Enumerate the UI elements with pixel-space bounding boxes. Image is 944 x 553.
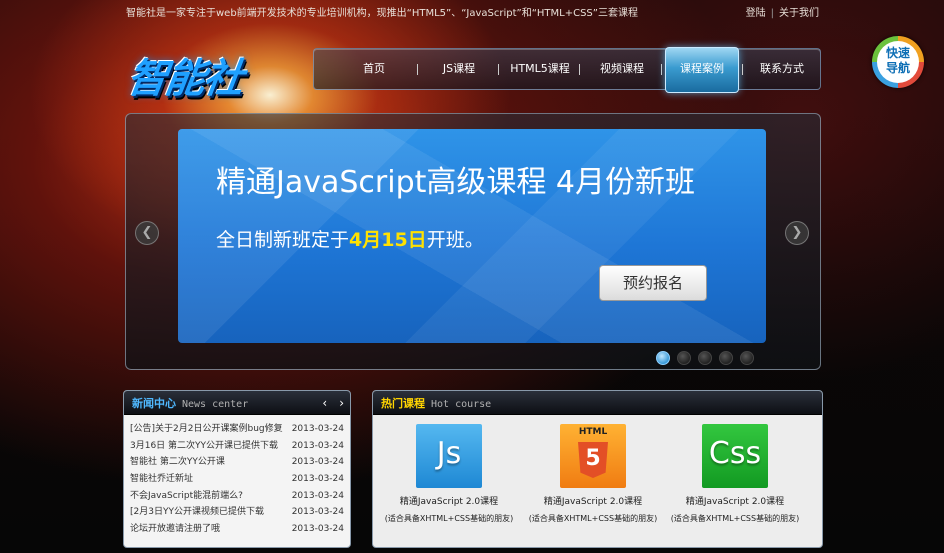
news-item[interactable]: 不会JavaScript能混前端么? 2013-03-24	[130, 488, 344, 505]
nav-item-html5[interactable]: HTML5课程	[501, 49, 579, 89]
news-item[interactable]: 3月16日 第二次YY公开课已提供下载 2013-03-24	[130, 438, 344, 455]
css-icon-label: Css	[708, 436, 762, 471]
news-panel-header: 新闻中心 News center ‹ ›	[124, 391, 350, 415]
banner-prev-arrow-icon[interactable]: ❮	[135, 221, 159, 245]
nav-separator	[417, 64, 418, 75]
news-item[interactable]: 智能社乔迁新址 2013-03-24	[130, 471, 344, 488]
logo-text: 智能社	[124, 56, 245, 102]
site-intro-text: 智能社是一家专注于web前端开发技术的专业培训机构，现推出“HTML5”、“Ja…	[126, 8, 638, 19]
nav-separator	[498, 64, 499, 75]
hot-course-title: 热门课程	[381, 397, 425, 410]
hot-course-header: 热门课程 Hot course	[373, 391, 822, 415]
course-card: Js 精通JavaScript 2.0课程 (适合具备XHTML+CSS基础的朋…	[379, 424, 519, 524]
news-item[interactable]: 智能社 第二次YY公开课 2013-03-24	[130, 454, 344, 471]
banner-title: 精通JavaScript高级课程 4月份新班	[216, 165, 696, 200]
banner-dot[interactable]	[740, 351, 754, 365]
quick-nav-button[interactable]: 快速 导航	[872, 36, 924, 88]
banner-subtitle-prefix: 全日制新班定于	[216, 229, 350, 251]
news-item-title: 不会JavaScript能混前端么?	[130, 490, 243, 501]
course-note: (适合具备XHTML+CSS基础的朋友)	[528, 514, 658, 523]
login-link[interactable]: 登陆	[746, 8, 766, 19]
course-note: (适合具备XHTML+CSS基础的朋友)	[670, 514, 800, 523]
about-us-link[interactable]: 关于我们	[779, 8, 819, 19]
site-logo[interactable]: 智能社	[124, 40, 269, 102]
nav-separator	[661, 64, 662, 75]
news-item-title: [2月3日YY公开课视频已提供下载	[130, 507, 264, 518]
nav-item-contact[interactable]: 联系方式	[746, 49, 818, 89]
news-next-icon[interactable]: ›	[339, 396, 344, 410]
nav-item-cases[interactable]: 课程案例	[665, 47, 739, 93]
news-item-date: 2013-03-24	[291, 424, 344, 434]
news-title-en: News center	[182, 399, 249, 410]
news-item-title: 论坛开放邀请注册了哦	[130, 524, 221, 535]
news-pager: ‹ ›	[310, 391, 344, 415]
banner-dot[interactable]	[698, 351, 712, 365]
js-icon-label: Js	[436, 436, 462, 471]
news-item-title: [公告]关于2月2日公开课案例bug修复	[130, 424, 283, 434]
banner-dot[interactable]	[719, 351, 733, 365]
course-card: Css 精通JavaScript 2.0课程 (适合具备XHTML+CSS基础的…	[665, 424, 805, 524]
news-prev-icon[interactable]: ‹	[322, 396, 327, 410]
main-nav: 首页 JS课程 HTML5课程 视频课程 课程案例 联系方式	[313, 47, 821, 93]
news-item-title: 智能社乔迁新址	[130, 474, 194, 485]
top-link-separator: |	[770, 8, 774, 19]
hot-course-panel: 热门课程 Hot course Js 精通JavaScript 2.0课程 (适合…	[372, 390, 823, 548]
top-bar: 智能社是一家专注于web前端开发技术的专业培训机构，现推出“HTML5”、“Ja…	[0, 0, 944, 20]
nav-item-video[interactable]: 视频课程	[582, 49, 662, 89]
quick-nav-line2: 导航	[885, 61, 910, 75]
html5-icon-label: HTML	[578, 427, 608, 437]
css-icon[interactable]: Css	[702, 424, 768, 488]
course-name[interactable]: 精通JavaScript 2.0课程	[379, 494, 519, 507]
nav-item-home[interactable]: 首页	[336, 49, 412, 89]
nav-separator	[579, 64, 580, 75]
banner-subtitle-date: 4月15日	[349, 229, 427, 251]
banner-subtitle: 全日制新班定于4月15日开班。	[216, 225, 484, 252]
course-card: HTML 5 精通JavaScript 2.0课程 (适合具备XHTML+CSS…	[523, 424, 663, 524]
top-links: 登陆 | 关于我们	[746, 4, 819, 19]
course-note: (适合具备XHTML+CSS基础的朋友)	[384, 514, 514, 523]
news-item-date: 2013-03-24	[291, 490, 344, 501]
news-list: [公告]关于2月2日公开课案例bug修复 2013-03-24 3月16日 第二次…	[124, 415, 350, 538]
news-item[interactable]: [2月3日YY公开课视频已提供下载 2013-03-24	[130, 504, 344, 521]
hot-course-title-en: Hot course	[431, 399, 492, 410]
news-item[interactable]: [公告]关于2月2日公开课案例bug修复 2013-03-24	[130, 421, 344, 438]
nav-item-js[interactable]: JS课程	[420, 49, 498, 89]
news-title: 新闻中心	[132, 397, 176, 410]
course-name[interactable]: 精通JavaScript 2.0课程	[665, 494, 805, 507]
banner-subtitle-suffix: 开班。	[426, 229, 484, 251]
html5-shield-number: 5	[585, 446, 601, 471]
nav-separator	[742, 64, 743, 75]
quick-nav-line1: 快速	[885, 46, 910, 60]
course-name[interactable]: 精通JavaScript 2.0课程	[523, 494, 663, 507]
news-item-title: 智能社 第二次YY公开课	[130, 457, 225, 468]
news-item-date: 2013-03-24	[291, 440, 344, 451]
news-item-date: 2013-03-24	[291, 524, 344, 535]
news-item[interactable]: 论坛开放邀请注册了哦 2013-03-24	[130, 521, 344, 538]
quick-nav-label: 快速 导航	[877, 41, 919, 83]
js-icon[interactable]: Js	[416, 424, 482, 488]
news-item-date: 2013-03-24	[291, 507, 344, 518]
news-item-date: 2013-03-24	[291, 457, 344, 468]
signup-button[interactable]: 预约报名	[599, 265, 707, 301]
news-panel: 新闻中心 News center ‹ › [公告]关于2月2日公开课案例bug修复 2…	[123, 390, 351, 548]
news-item-date: 2013-03-24	[291, 474, 344, 485]
banner-dot[interactable]	[656, 351, 670, 365]
html5-icon[interactable]: HTML 5	[560, 424, 626, 488]
news-item-title: 3月16日 第二次YY公开课已提供下载	[130, 440, 279, 451]
banner-next-arrow-icon[interactable]: ❯	[785, 221, 809, 245]
banner-slide[interactable]: 精通JavaScript高级课程 4月份新班 全日制新班定于4月15日开班。 预…	[178, 129, 766, 343]
banner-dot[interactable]	[677, 351, 691, 365]
